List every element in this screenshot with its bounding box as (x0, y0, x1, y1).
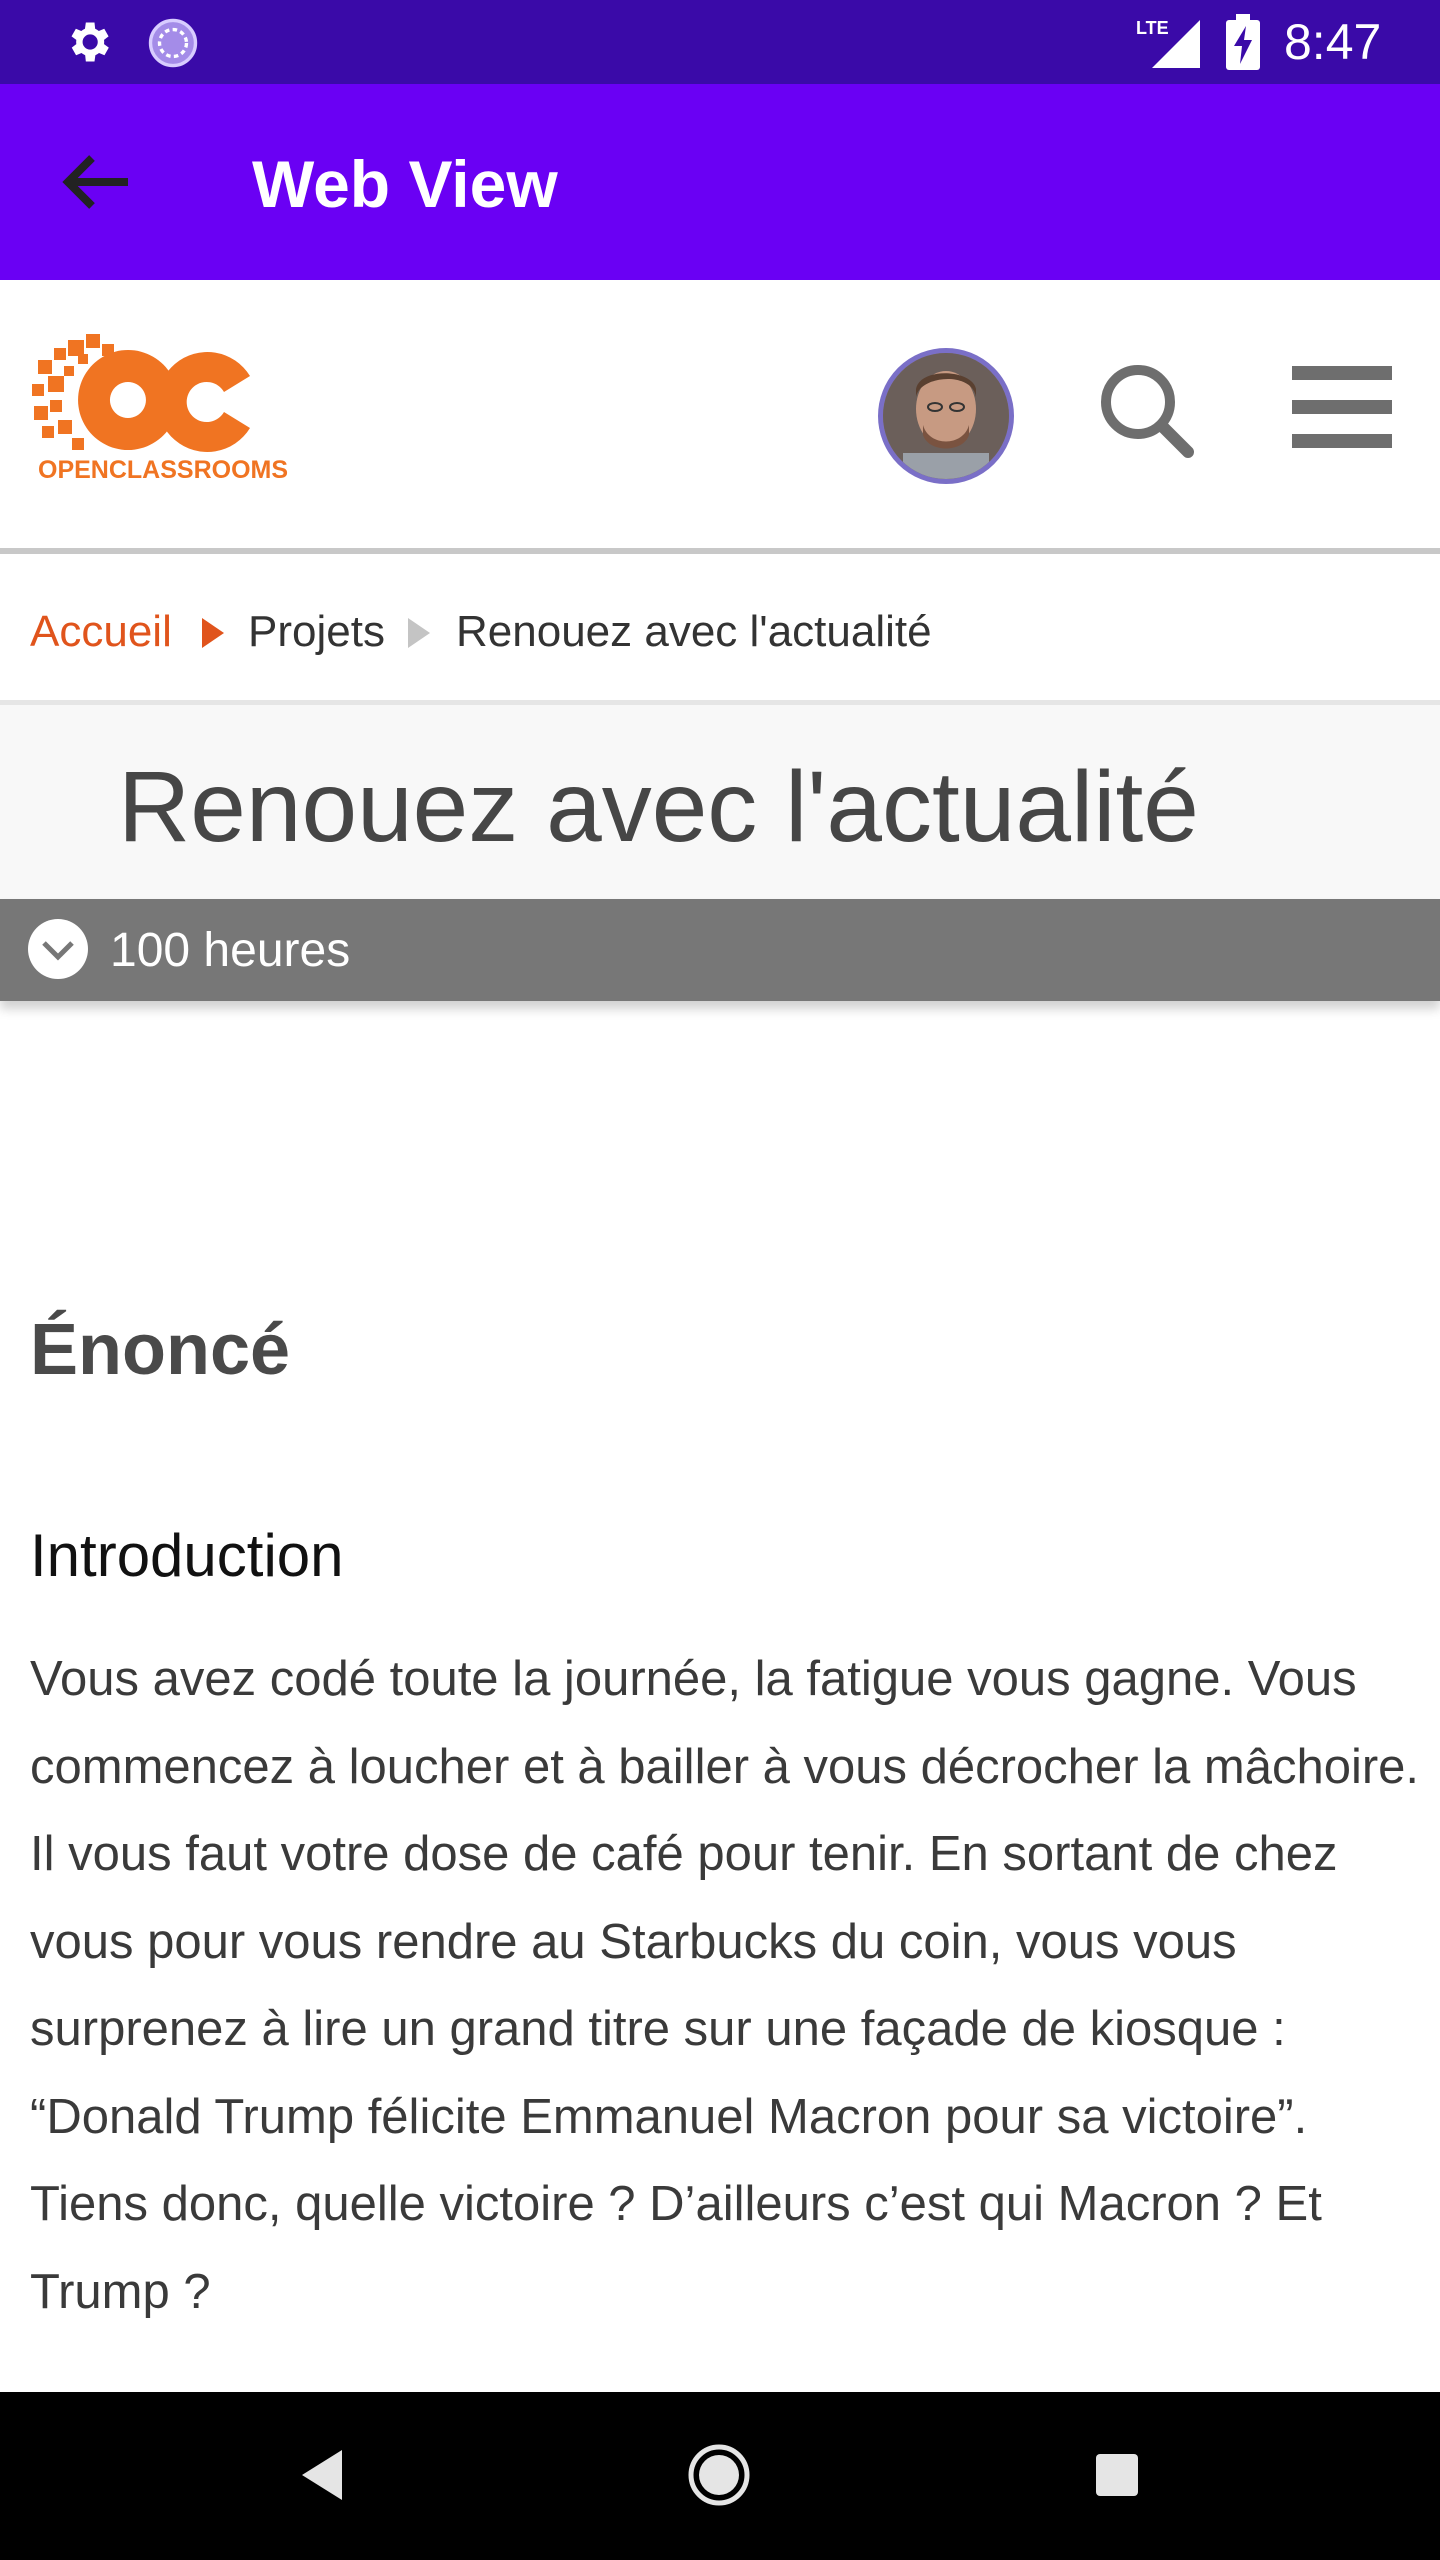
back-arrow-icon[interactable] (60, 154, 132, 210)
chevron-down-circle-icon[interactable] (28, 919, 88, 979)
nav-home-icon[interactable] (686, 2442, 752, 2508)
clock: 8:47 (1284, 14, 1382, 70)
page-title-band: Renouez avec l'actualité (0, 705, 1440, 899)
battery-charging-icon (1226, 14, 1260, 70)
lte-signal-icon: LTE (1136, 18, 1200, 68)
hamburger-menu-icon[interactable] (1292, 362, 1392, 452)
nav-back-icon[interactable] (290, 2442, 356, 2508)
site-header: OPENCLASSROOMS (0, 280, 1440, 554)
avatar[interactable] (878, 348, 1014, 484)
breadcrumb-separator-icon (202, 618, 224, 648)
logo-wordmark: OPENCLASSROOMS (38, 456, 288, 484)
intro-paragraph: Vous avez codé toute la journée, la fati… (30, 1652, 1420, 2319)
avatar-photo (883, 353, 1009, 479)
openclassrooms-logo[interactable]: OPENCLASSROOMS (24, 310, 304, 490)
search-icon[interactable] (1096, 360, 1196, 460)
breadcrumb-home-link[interactable]: Accueil (30, 604, 172, 660)
duration-label: 100 heures (110, 924, 351, 977)
duration-bar[interactable]: 100 heures (0, 899, 1440, 1001)
app-bar: Web View (0, 84, 1440, 280)
sync-icon (148, 18, 198, 68)
breadcrumb-current: Renouez avec l'actualité (456, 607, 932, 656)
app-bar-title: Web View (252, 147, 558, 221)
gear-icon (71, 22, 109, 62)
breadcrumb-projects-link[interactable]: Projets (248, 604, 385, 660)
nav-recents-icon[interactable] (1084, 2442, 1150, 2508)
system-nav-bar (0, 2392, 1440, 2560)
status-bar: LTE 8:47 (0, 0, 1440, 84)
breadcrumb-separator-icon (408, 618, 430, 648)
subsection-heading: Introduction (30, 1522, 344, 1589)
section-heading: Énoncé (30, 1310, 291, 1390)
lte-label: LTE (1136, 18, 1169, 38)
page-title: Renouez avec l'actualité (118, 751, 1199, 863)
breadcrumb: Accueil Projets Renouez avec l'actualité (0, 554, 1440, 705)
